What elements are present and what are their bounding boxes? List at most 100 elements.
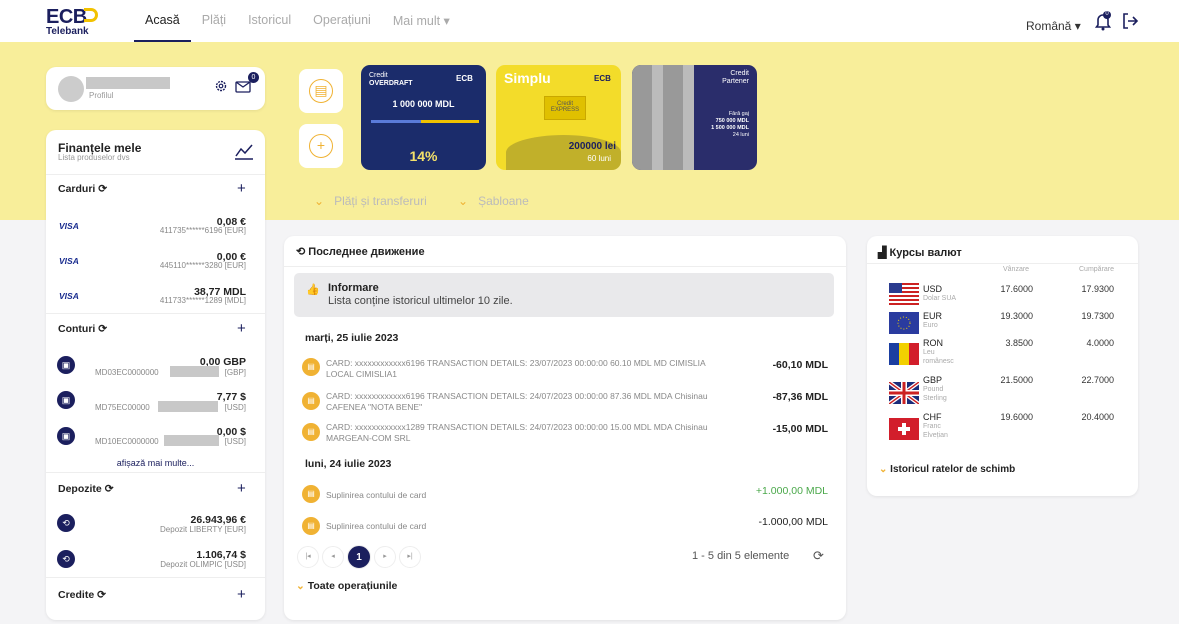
account-balance[interactable]: 7,77 $ [217, 391, 246, 403]
account-iban: MD10EC0000000 [95, 437, 159, 446]
transaction-icon: ▤ [302, 517, 320, 535]
transaction-amount: +1.000,00 MDL [755, 485, 828, 497]
chevron-down-icon: ⌄ [314, 194, 325, 208]
add-card-button[interactable]: + [237, 180, 246, 197]
profile-card: Profilul 0 [46, 67, 265, 110]
promo-rate: 14% [409, 148, 438, 164]
language-selector[interactable]: Română ▾ [1026, 19, 1081, 33]
transaction-details[interactable]: CARD: xxxxxxxxxxxx6196 TRANSACTION DETAI… [326, 391, 726, 413]
chevron-down-icon: ⌄ [296, 580, 305, 592]
chevron-down-icon: ⌄ [879, 464, 888, 475]
refresh-icon: ⟳ [98, 183, 108, 195]
ch-flag-icon [889, 418, 919, 440]
quick-action-document[interactable]: ▤ [299, 69, 343, 113]
movements-title: ⟲ Последнее движение [296, 246, 425, 258]
chevron-down-icon: ⌄ [458, 194, 469, 208]
logout-icon[interactable] [1121, 12, 1139, 30]
add-account-button[interactable]: + [237, 320, 246, 337]
templates-link[interactable]: ⌄ Șabloane [458, 194, 529, 208]
last-page-button[interactable]: ▸| [399, 546, 421, 568]
history-icon: ⟲ [296, 246, 306, 258]
nav-more[interactable]: Mai mult ▾ [382, 0, 461, 42]
promo-simplu[interactable]: Simplu ECB Credit EXPRESS 200000 lei 60 … [496, 65, 621, 170]
finances-subtitle: Lista produselor dvs [58, 153, 130, 162]
transaction-icon: ▤ [302, 423, 320, 441]
account-icon: ▣ [57, 427, 75, 445]
current-page[interactable]: 1 [347, 545, 371, 569]
promo-partener[interactable]: Credit Partener Fără gaj 750 000 MDL 1 500 … [632, 65, 757, 170]
show-more-link[interactable]: afișază mai multe... [46, 458, 265, 468]
thumbs-up-icon: 👍 [306, 284, 320, 296]
avatar[interactable] [58, 76, 84, 102]
us-flag-icon [889, 283, 919, 305]
visa-logo: VISA [59, 291, 79, 301]
bell-badge: 0 [1105, 11, 1109, 17]
account-icon: ▣ [57, 391, 75, 409]
deposit-name: Depozit OLIMPIC [USD] [160, 560, 246, 569]
first-page-button[interactable]: |◂ [297, 546, 319, 568]
transaction-icon: ▤ [302, 485, 320, 503]
notifications-bell-icon[interactable]: 0 [1094, 11, 1112, 31]
brand-sub: Telebank [46, 26, 89, 37]
transaction-icon: ▤ [302, 392, 320, 410]
next-page-button[interactable]: ▸ [374, 546, 396, 568]
eu-flag-icon [889, 312, 919, 334]
rates-title: ▟ Курсы валют [878, 247, 962, 259]
chart-icon[interactable] [234, 142, 254, 160]
add-deposit-button[interactable]: + [237, 480, 246, 497]
mail-badge: 0 [248, 72, 259, 83]
refresh-icon: ⟳ [98, 323, 108, 335]
promo-overdraft[interactable]: Credit OVERDRAFT ECB 1 000 000 MDL 14% [361, 65, 486, 170]
date-header: marți, 25 iulie 2023 [305, 332, 399, 344]
add-credit-button[interactable]: + [237, 586, 246, 603]
account-iban: MD03EC0000000 [95, 368, 159, 377]
accounts-section-title: Conturi ⟳ [58, 323, 108, 335]
payments-transfers-link[interactable]: ⌄ Plăți și transferuri [314, 194, 427, 208]
card-number: 445110******3280 [EUR] [159, 261, 246, 270]
refresh-icon[interactable]: ⟳ [813, 548, 824, 564]
transaction-details[interactable]: CARD: xxxxxxxxxxxx6196 TRANSACTION DETAI… [326, 358, 726, 380]
main-menu: Acasă Plăți Istoricul Operațiuni Mai mul… [134, 0, 461, 42]
deposits-section-title: Depozite ⟳ [58, 483, 114, 495]
account-currency: [USD] [224, 403, 246, 412]
transaction-details[interactable]: CARD: xxxxxxxxxxxx1289 TRANSACTION DETAI… [326, 422, 726, 444]
gear-icon[interactable] [214, 79, 228, 93]
transaction-details[interactable]: Suplinirea contului de card [326, 490, 726, 501]
deposit-name: Depozit LIBERTY [EUR] [160, 525, 246, 534]
all-operations-link[interactable]: ⌄ Toate operațiunile [296, 580, 397, 592]
account-currency: [GBP] [224, 368, 246, 377]
nav-operations[interactable]: Operațiuni [302, 0, 382, 42]
refresh-icon: ⟳ [97, 589, 106, 601]
nav-payments[interactable]: Plăți [191, 0, 237, 42]
transaction-amount: -1.000,00 MDL [758, 516, 828, 528]
promo-amount: 1 000 000 MDL [392, 99, 455, 109]
cards-section-title: Carduri ⟳ [58, 183, 108, 195]
visa-logo: VISA [59, 256, 79, 266]
card-number: 411735******6196 [EUR] [159, 226, 246, 235]
info-text: Lista conține istoricul ultimelor 10 zil… [328, 295, 513, 307]
quick-action-add[interactable]: + [299, 124, 343, 168]
transaction-amount: -60,10 MDL [772, 359, 828, 371]
my-finances-panel: Finanțele mele Lista produselor dvs Card… [46, 130, 265, 620]
ro-flag-icon [889, 343, 919, 365]
deposit-icon: ⟲ [57, 514, 75, 532]
document-icon: ▤ [309, 79, 333, 103]
deposit-icon: ⟲ [57, 550, 75, 568]
nav-home[interactable]: Acasă [134, 0, 191, 42]
prev-page-button[interactable]: ◂ [322, 546, 344, 568]
rates-history-link[interactable]: ⌄ Istoricul ratelor de schimb [879, 464, 1015, 475]
nav-history[interactable]: Istoricul [237, 0, 302, 42]
logo-arc-icon [84, 8, 98, 22]
account-currency: [USD] [224, 437, 246, 446]
transaction-details[interactable]: Suplinirea contului de card [326, 521, 726, 532]
visa-logo: VISA [59, 221, 79, 231]
pagination-range: 1 - 5 din 5 elemente [692, 550, 790, 562]
ecb-logo[interactable]: ECB Telebank [46, 6, 98, 37]
profile-link[interactable]: Profilul [89, 91, 113, 100]
mail-icon[interactable] [235, 80, 251, 93]
uk-flag-icon [889, 382, 919, 404]
credits-section-title: Credite ⟳ [58, 589, 106, 601]
date-header: luni, 24 iulie 2023 [305, 458, 392, 470]
info-title: Informare [328, 282, 379, 294]
plus-icon: + [309, 134, 333, 158]
